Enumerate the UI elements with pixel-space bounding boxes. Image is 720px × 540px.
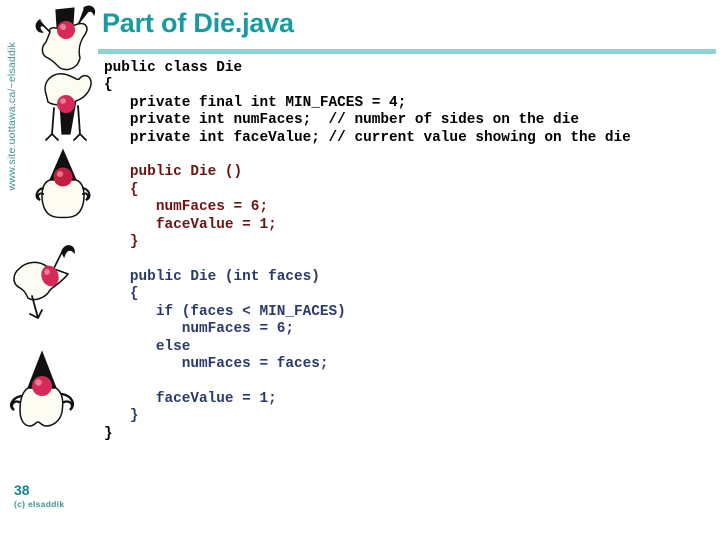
slide-content: Part of Die.java public class Die{ priva… xyxy=(96,0,720,540)
sidebar-website-url: www.site.uottawa.ca/~elsaddik xyxy=(6,42,18,191)
code-line: numFaces = 6; xyxy=(104,321,294,338)
code-line: public Die (int faces) xyxy=(104,268,320,285)
code-line: private final int MIN_FACES = 4; xyxy=(104,94,407,111)
duke-mascot-waving xyxy=(28,2,100,76)
duke-mascot-inverted xyxy=(30,68,100,144)
code-line: } xyxy=(104,425,113,442)
code-line: private int faceValue; // current value … xyxy=(104,129,631,146)
sidebar: www.site.uottawa.ca/~elsaddik 38 (c) els… xyxy=(0,0,96,540)
code-line: public Die () xyxy=(104,164,243,181)
code-line: if (faces < MIN_FACES) xyxy=(104,303,346,320)
duke-mascot-tilted xyxy=(2,238,86,324)
code-line: else xyxy=(104,338,191,355)
duke-mascot-upright xyxy=(30,146,96,222)
code-line: { xyxy=(104,286,139,303)
code-line: { xyxy=(104,181,139,198)
code-line: faceValue = 1; xyxy=(104,216,277,233)
code-line: numFaces = faces; xyxy=(104,355,329,372)
code-line: } xyxy=(104,408,139,425)
title-divider xyxy=(98,49,716,54)
duke-mascot-standing xyxy=(4,344,80,432)
code-line: faceValue = 1; xyxy=(104,390,277,407)
code-line: private int numFaces; // number of sides… xyxy=(104,112,579,129)
presentation-slide: www.site.uottawa.ca/~elsaddik 38 (c) els… xyxy=(0,0,720,540)
code-line: numFaces = 6; xyxy=(104,199,269,216)
slide-title: Part of Die.java xyxy=(102,8,294,38)
code-line: public class Die xyxy=(104,60,243,76)
code-line: { xyxy=(104,77,113,94)
code-line: } xyxy=(104,234,139,251)
java-code-block: public class Die{ private final int MIN_… xyxy=(104,60,720,443)
